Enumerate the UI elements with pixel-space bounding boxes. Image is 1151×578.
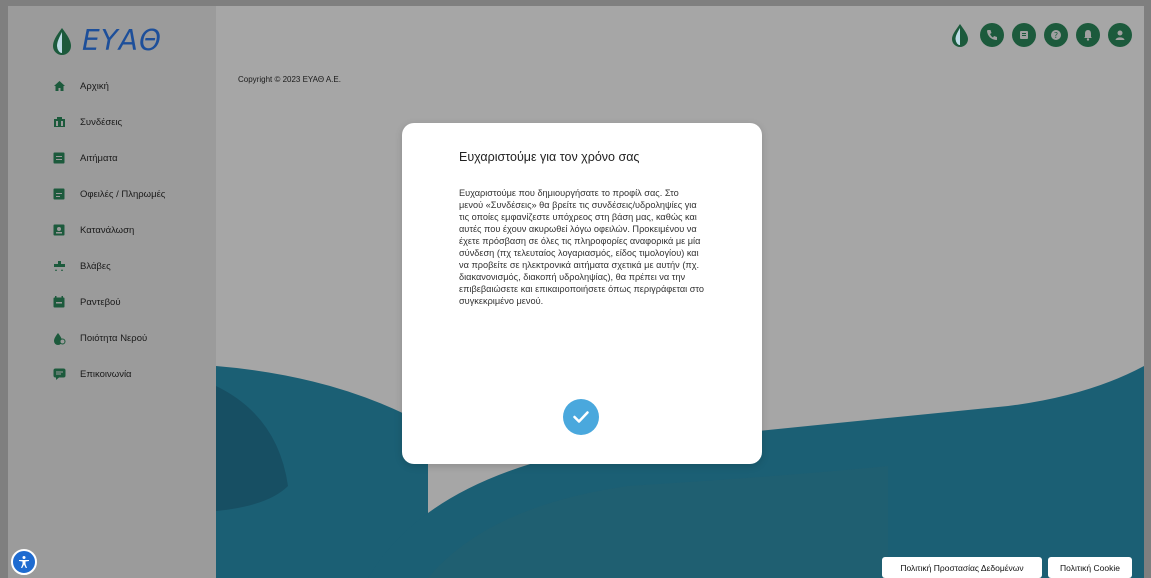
sidebar-item-requests[interactable]: Αιτήματα [48, 140, 208, 176]
sidebar-item-label: Βλάβες [80, 260, 111, 272]
header-icons: ? [948, 23, 1132, 47]
sidebar-item-contact[interactable]: Επικοινωνία [48, 356, 208, 392]
copyright-text: Copyright © 2023 ΕΥΑΘ Α.Ε. [238, 75, 341, 84]
sidebar-item-label: Οφειλές / Πληρωμές [80, 188, 166, 200]
cookie-policy-button[interactable]: Πολιτική Cookie [1048, 557, 1132, 578]
connections-icon [52, 115, 66, 129]
user-icon[interactable] [1108, 23, 1132, 47]
contact-icon [52, 367, 66, 381]
sidebar-item-payments[interactable]: Οφειλές / Πληρωμές [48, 176, 208, 212]
sidebar-item-label: Κατανάλωση [80, 224, 135, 236]
notifications-icon[interactable] [1076, 23, 1100, 47]
sidebar-item-label: Συνδέσεις [80, 116, 123, 128]
sidebar-item-appointments[interactable]: Ραντεβού [48, 284, 208, 320]
phone-icon[interactable] [980, 23, 1004, 47]
accessibility-button[interactable] [11, 549, 37, 575]
consumption-icon [52, 223, 66, 237]
payments-icon [52, 187, 66, 201]
sidebar-item-connections[interactable]: Συνδέσεις [48, 104, 208, 140]
sidebar-item-label: Αρχική [80, 80, 109, 92]
help-icon[interactable]: ? [1044, 23, 1068, 47]
water-quality-icon [52, 331, 66, 345]
svg-text:?: ? [1054, 31, 1058, 40]
thank-you-modal: Ευχαριστούμε για τον χρόνο σας Ευχαριστο… [402, 123, 762, 464]
appointments-icon [52, 295, 66, 309]
privacy-policy-button[interactable]: Πολιτική Προστασίας Δεδομένων [882, 557, 1042, 578]
sidebar-item-consumption[interactable]: Κατανάλωση [48, 212, 208, 248]
sidebar-item-home[interactable]: Αρχική [48, 68, 208, 104]
sidebar-nav: Αρχική Συνδέσεις Αιτήματα Οφειλές / Πληρ… [48, 68, 208, 392]
requests-icon [52, 151, 66, 165]
modal-title: Ευχαριστούμε για τον χρόνο σας [459, 150, 640, 164]
app-frame: ΕΥΑΘ Copyright © 2023 ΕΥΑΘ Α.Ε. Αρχική Σ… [8, 6, 1144, 578]
sidebar-item-label: Αιτήματα [80, 152, 118, 164]
sidebar-item-label: Ποιότητα Νερού [80, 332, 148, 344]
logo-text: ΕΥΑΘ [82, 24, 162, 57]
damages-icon [52, 259, 66, 273]
accessibility-icon [19, 556, 29, 568]
logo[interactable]: ΕΥΑΘ [52, 24, 162, 57]
checkmark-icon [573, 411, 589, 423]
sidebar-item-label: Επικοινωνία [80, 368, 132, 380]
guide-icon[interactable] [1012, 23, 1036, 47]
sidebar-item-water-quality[interactable]: Ποιότητα Νερού [48, 320, 208, 356]
modal-body: Ευχαριστούμε που δημιουργήσατε το προφίλ… [459, 188, 705, 306]
sidebar-item-label: Ραντεβού [80, 296, 121, 308]
logo-drop-icon [53, 27, 71, 55]
home-icon [52, 79, 66, 93]
sidebar-item-damages[interactable]: Βλάβες [48, 248, 208, 284]
confirm-button[interactable] [563, 399, 599, 435]
water-drop-icon[interactable] [948, 23, 972, 47]
